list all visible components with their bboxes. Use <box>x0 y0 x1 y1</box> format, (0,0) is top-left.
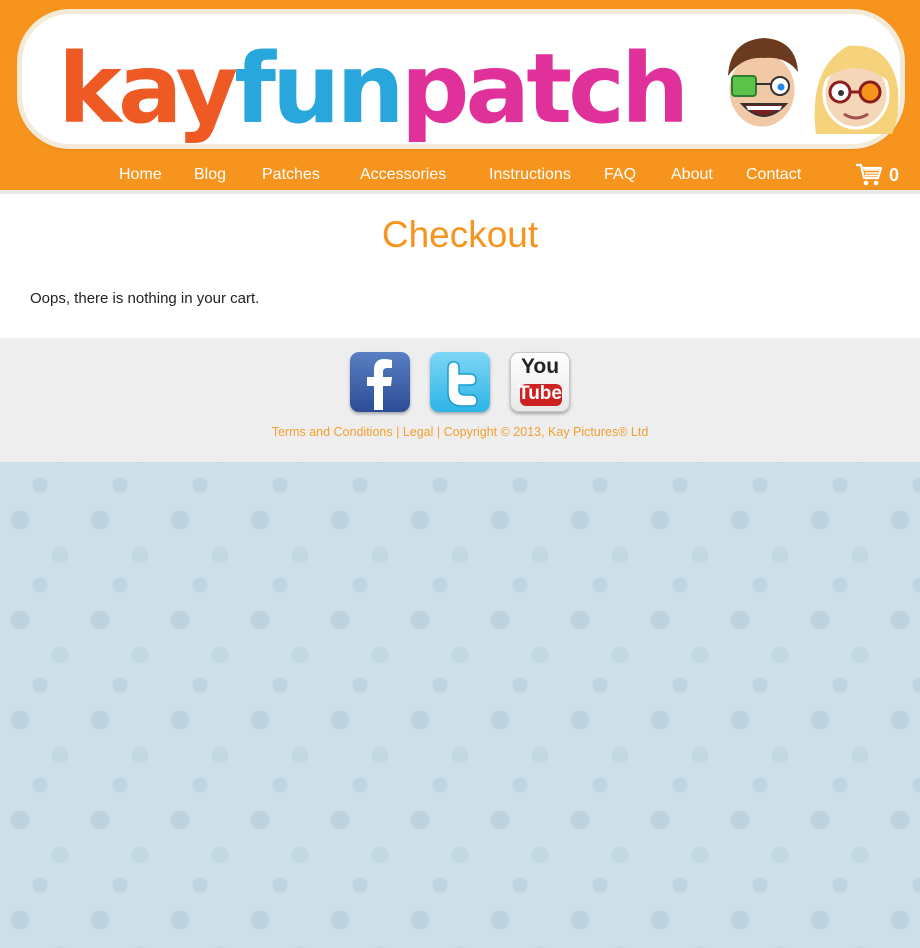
cart-count-badge: 0 <box>889 165 900 185</box>
footer-separator: | <box>436 425 441 439</box>
footer-separator: | <box>396 425 400 439</box>
nav-about[interactable]: About <box>671 166 713 184</box>
girl-mascot-icon <box>814 45 899 134</box>
logo-word-patch: patch <box>400 33 690 145</box>
nav-accessories[interactable]: Accessories <box>360 166 446 184</box>
logo-banner[interactable]: kayfunpatch <box>22 14 900 145</box>
page-title: Checkout <box>381 214 539 255</box>
nav-contact[interactable]: Contact <box>746 166 801 184</box>
shopping-cart-icon <box>856 163 883 186</box>
youtube-label-tube: Tube <box>518 383 562 404</box>
nav-faq[interactable]: FAQ <box>604 166 636 184</box>
footer-links: Terms and Conditions | Legal | Copyright… <box>0 425 920 439</box>
nav-blog[interactable]: Blog <box>194 166 226 184</box>
youtube-icon[interactable]: You Tube <box>510 352 570 412</box>
nav-patches[interactable]: Patches <box>262 166 320 184</box>
twitter-icon[interactable] <box>430 352 490 412</box>
youtube-label-you: You <box>520 355 560 378</box>
terms-link[interactable]: Terms and Conditions <box>272 425 393 439</box>
cart-button[interactable]: 0 <box>855 162 915 188</box>
site-logo: kayfunpatch <box>58 24 690 154</box>
empty-cart-message: Oops, there is nothing in your cart. <box>30 290 260 307</box>
nav-instructions[interactable]: Instructions <box>489 166 571 184</box>
facebook-icon[interactable] <box>350 352 410 412</box>
copyright-text: Copyright © 2013, Kay Pictures® Ltd <box>443 425 649 439</box>
boy-mascot-icon <box>726 38 798 130</box>
logo-word-kay: kay <box>58 33 238 145</box>
site-header: kayfunpatch Home Blog Patches Accessorie… <box>0 0 920 190</box>
legal-link[interactable]: Legal <box>403 425 434 439</box>
nav-home[interactable]: Home <box>119 166 162 184</box>
main-content: Checkout Oops, there is nothing in your … <box>0 194 920 338</box>
logo-word-fun: fun <box>234 33 404 145</box>
site-footer: You Tube Terms and Conditions | Legal | … <box>0 338 920 462</box>
main-navigation: Home Blog Patches Accessories Instructio… <box>0 160 920 190</box>
